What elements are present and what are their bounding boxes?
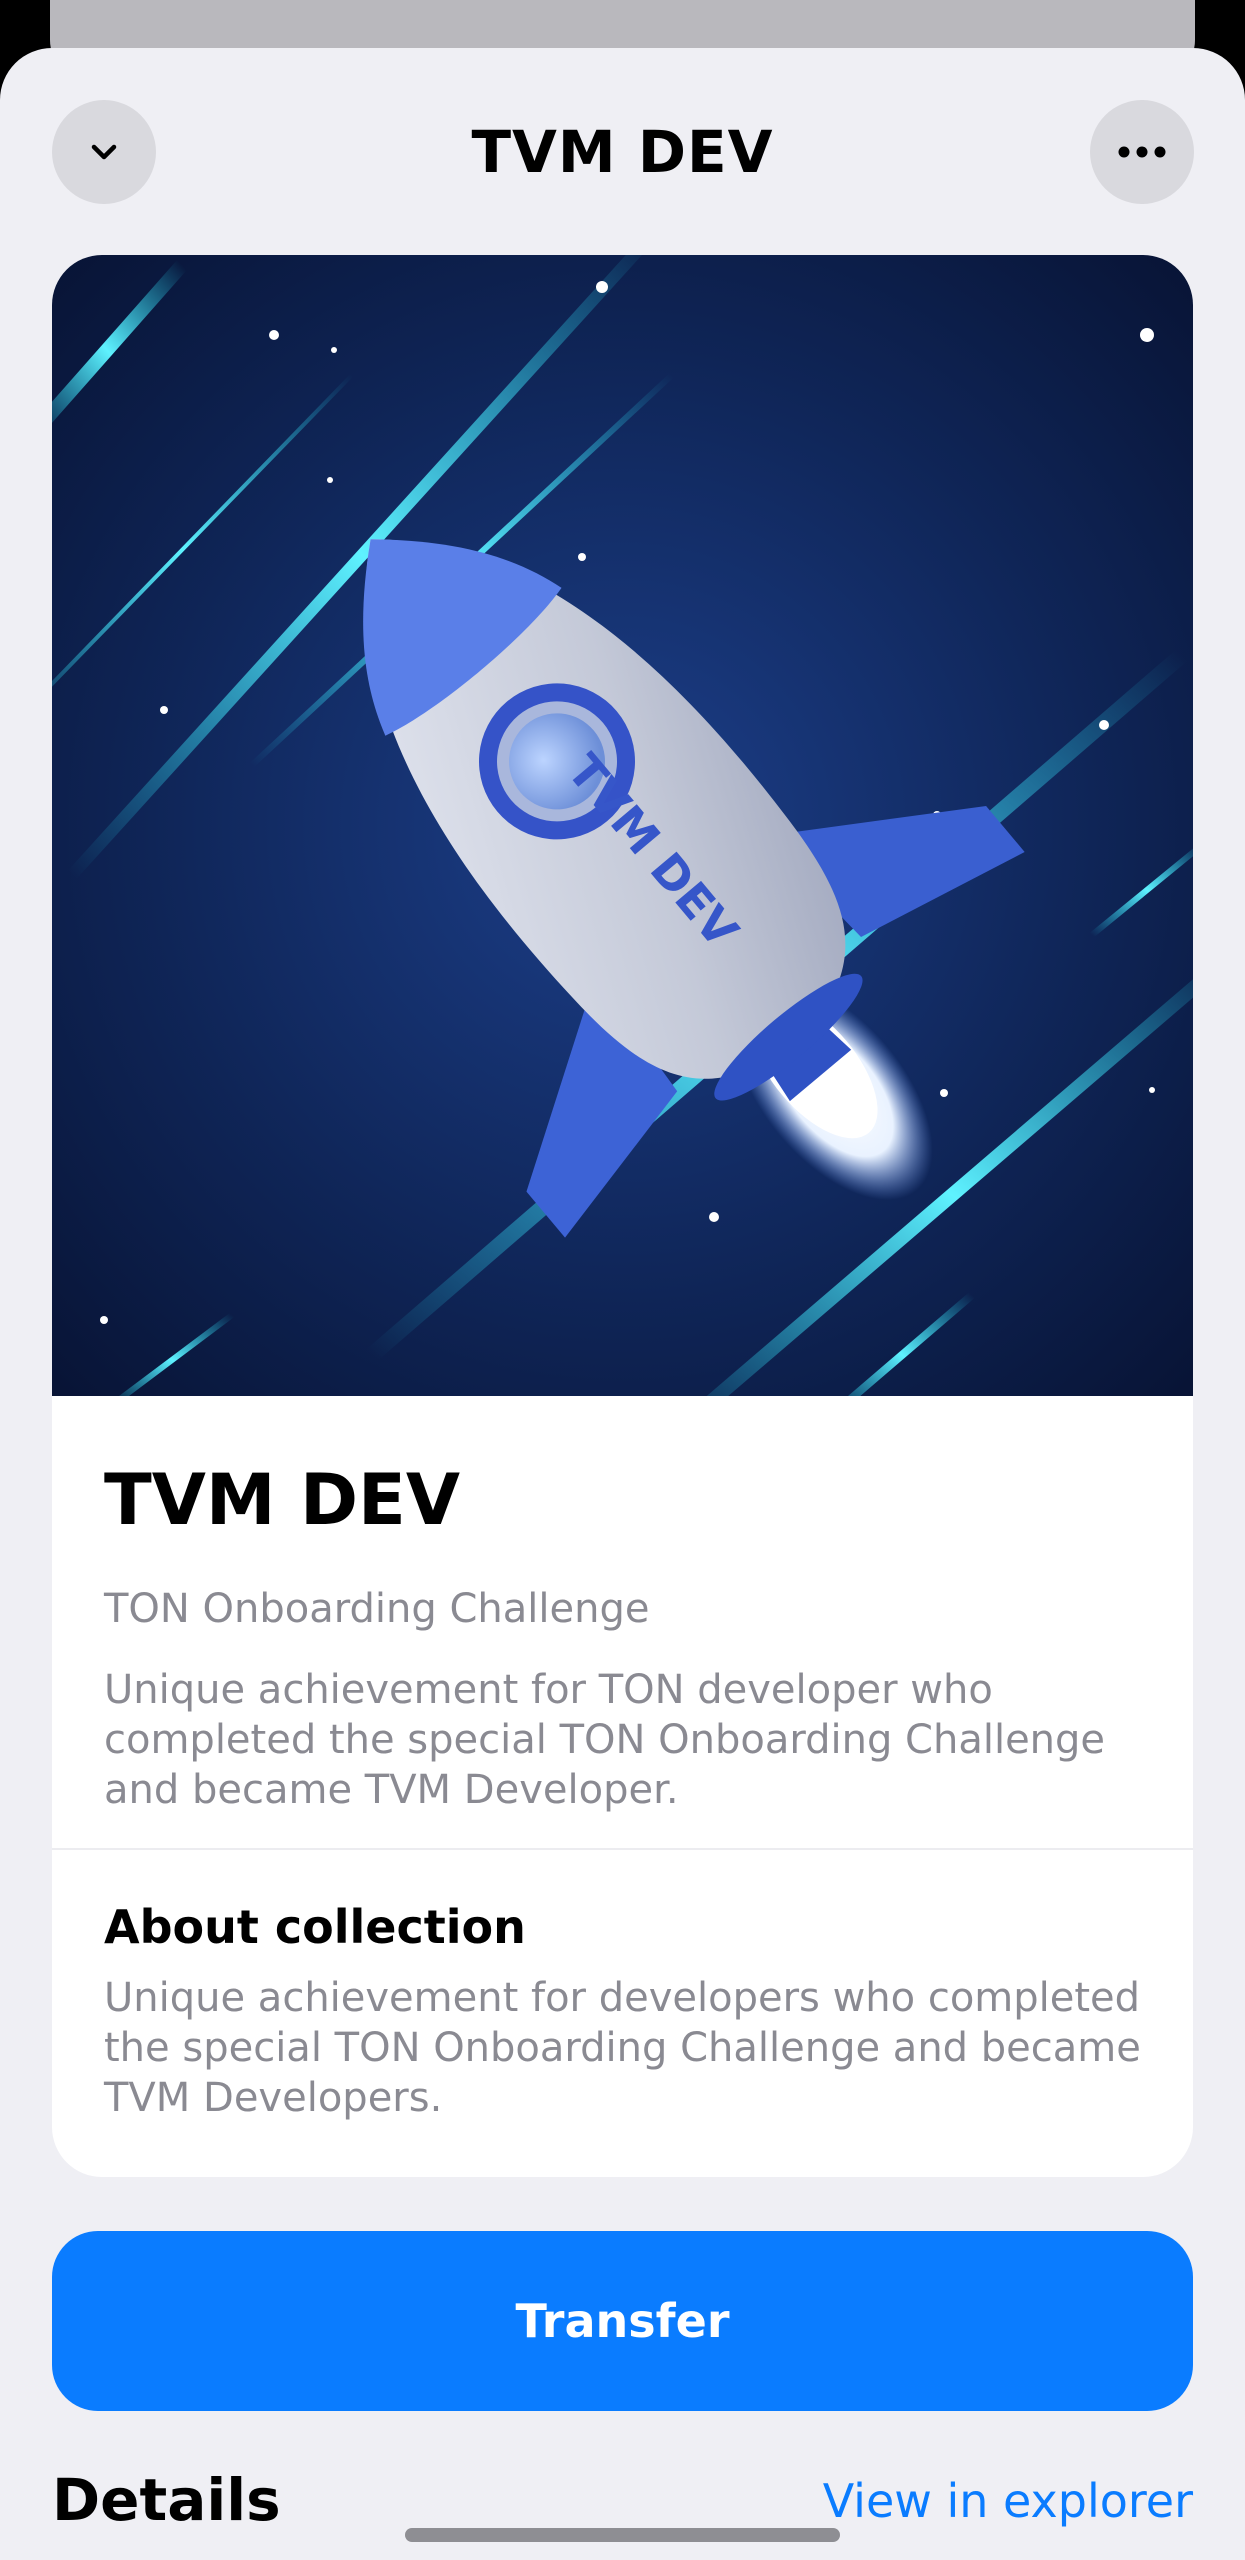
nft-info: TVM DEV TON Onboarding Challenge Unique … bbox=[104, 1455, 1144, 1815]
about-collection-description: Unique achievement for developers who co… bbox=[104, 1975, 1141, 2121]
nft-detail-sheet: TVM DEV TVM DEV TVM DEV TON Onboarding C… bbox=[0, 48, 1245, 2560]
about-collection-title: About collection bbox=[104, 1900, 526, 1954]
details-title: Details bbox=[52, 2466, 281, 2534]
chevron-down-icon bbox=[91, 144, 117, 160]
collapse-button[interactable] bbox=[52, 100, 156, 204]
nft-description: Unique achievement for TON developer who… bbox=[104, 1667, 1106, 1813]
page-title: TVM DEV bbox=[471, 118, 774, 186]
view-in-explorer-link[interactable]: View in explorer bbox=[823, 2466, 1193, 2536]
more-icon bbox=[1118, 146, 1166, 158]
divider bbox=[52, 1848, 1193, 1850]
home-indicator[interactable] bbox=[405, 2528, 840, 2542]
transfer-button[interactable]: Transfer bbox=[52, 2231, 1193, 2411]
nft-name: TVM DEV bbox=[104, 1459, 461, 1541]
about-collection-section: About collection Unique achievement for … bbox=[104, 1895, 1144, 2123]
nft-image[interactable]: TVM DEV bbox=[52, 255, 1193, 1396]
nft-card: TVM DEV TVM DEV TON Onboarding Challenge… bbox=[52, 255, 1193, 2177]
rocket-illustration: TVM DEV bbox=[52, 255, 1193, 1396]
more-button[interactable] bbox=[1090, 100, 1194, 204]
nft-collection-name[interactable]: TON Onboarding Challenge bbox=[104, 1581, 1144, 1637]
